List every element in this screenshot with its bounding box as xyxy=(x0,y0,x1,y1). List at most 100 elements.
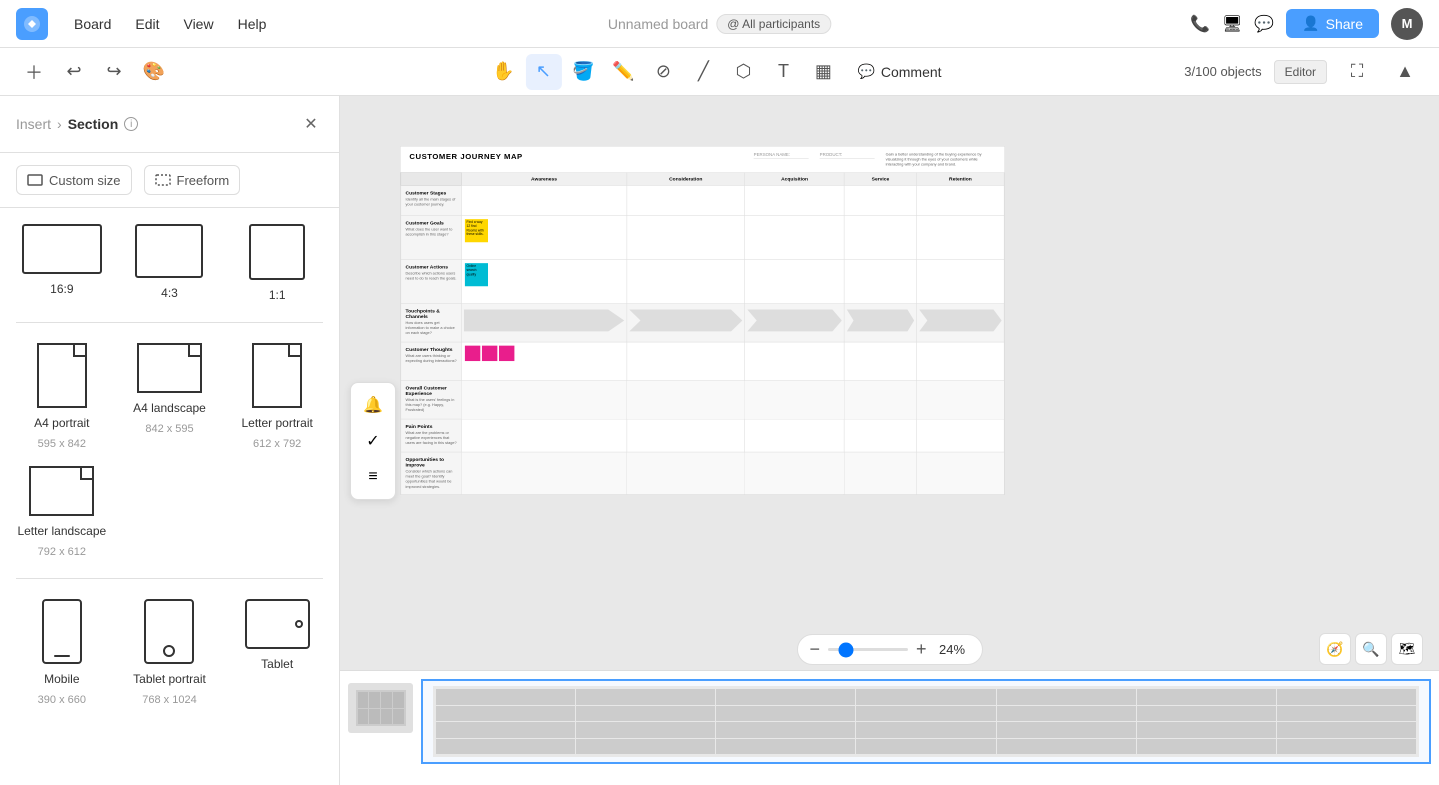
collapse-button[interactable]: ▲ xyxy=(1387,54,1423,90)
row-header-pain-points: Pain Points What are the problems or neg… xyxy=(401,419,462,452)
row-header-touchpoints: Touchpoints & Channels How does users ge… xyxy=(401,304,462,343)
row-header-opportunities: Opportunities to Improve Consider which … xyxy=(401,452,462,494)
eraser-tool[interactable]: ⊘ xyxy=(645,54,681,90)
customer-stages-row: Customer Stages Identify all the main st… xyxy=(401,185,1004,215)
menu-items: Board Edit View Help xyxy=(64,12,276,36)
shape-tablet-label: Tablet xyxy=(261,657,293,671)
zoom-slider[interactable] xyxy=(828,648,908,651)
fullscreen-button[interactable]: ⛶ xyxy=(1339,54,1375,90)
comment-icon: 💬 xyxy=(857,63,874,80)
menu-view[interactable]: View xyxy=(173,12,223,36)
panel-header: Insert › Section i ✕ xyxy=(0,96,339,153)
jm-persona-label: PERSONA NAME: xyxy=(754,152,809,159)
zoom-minus-button[interactable]: − xyxy=(809,639,820,660)
shape-16-9[interactable]: 16:9 xyxy=(16,224,108,302)
shape-tablet-portrait[interactable]: Tablet portrait 768 x 1024 xyxy=(124,599,216,706)
shapes-grid-devices: Mobile 390 x 660 Tablet portrait 768 x 1… xyxy=(0,583,339,722)
list-icon-button[interactable]: ≡ xyxy=(357,461,389,493)
actions-retention-cell xyxy=(917,260,1005,304)
shapes-tool[interactable]: ⬡ xyxy=(725,54,761,90)
check-icon-button[interactable]: ✓ xyxy=(357,425,389,457)
thoughts-awareness-cell xyxy=(461,342,626,381)
avatar[interactable]: M xyxy=(1391,8,1423,40)
experience-awareness-cell xyxy=(461,381,626,420)
customer-actions-row: Customer Actions Describe which actions … xyxy=(401,260,1004,304)
touchpoints-retention-cell xyxy=(917,304,1005,343)
cursor-tool[interactable]: ↖ xyxy=(525,54,561,90)
jm-table: Awareness Consideration Acquisition Serv… xyxy=(401,173,1005,495)
comment-button[interactable]: 💬 Comment xyxy=(845,57,953,86)
stages-service-cell xyxy=(844,185,916,215)
text-tool[interactable]: T xyxy=(765,54,801,90)
toolbar-center: ✋ ↖ 🪣 ✏️ ⊘ ╱ ⬡ T ▦ 💬 Comment xyxy=(485,54,953,90)
add-button[interactable]: ＋ xyxy=(16,54,52,90)
jm-title-container: CUSTOMER JOURNEY MAP xyxy=(409,152,522,161)
shapes-separator-1 xyxy=(16,322,323,323)
format-button[interactable]: 🎨 xyxy=(136,54,172,90)
jm-stages-header: Awareness Consideration Acquisition Serv… xyxy=(401,173,1004,186)
zoom-level-label: 24% xyxy=(935,642,970,657)
bottom-tools: 🧭 🔍 🗺 xyxy=(1319,633,1423,665)
shape-letter-portrait[interactable]: Letter portrait 612 x 792 xyxy=(231,343,323,450)
board-name: Unnamed board xyxy=(608,16,708,32)
fill-tool[interactable]: 🪣 xyxy=(565,54,601,90)
row-header-thoughts: Customer Thoughts What are users thinkin… xyxy=(401,342,462,381)
pen-tool[interactable]: ✏️ xyxy=(605,54,641,90)
pain-consideration-cell xyxy=(627,419,745,452)
jm-persona-field: PERSONA NAME: xyxy=(754,152,809,159)
share-icon: 👤 xyxy=(1302,15,1319,32)
goals-service-cell xyxy=(844,216,916,260)
app-logo xyxy=(16,8,48,40)
shape-a4-portrait-label: A4 portrait xyxy=(34,416,89,430)
jm-description: Gain a better understanding of the buyin… xyxy=(886,152,996,167)
zoom-plus-button[interactable]: + xyxy=(916,639,927,660)
breadcrumb: Insert › Section i xyxy=(16,116,138,132)
notification-icon-button[interactable]: 🔔 xyxy=(357,389,389,421)
minimap-thumbnail[interactable] xyxy=(348,683,413,733)
shape-1-1[interactable]: 1:1 xyxy=(231,224,323,302)
minimap-main[interactable] xyxy=(421,679,1431,764)
line-tool[interactable]: ╱ xyxy=(685,54,721,90)
phone-icon[interactable]: 📞 xyxy=(1190,14,1210,34)
board-title: Unnamed board @ All participants xyxy=(608,14,831,34)
map-button[interactable]: 🗺 xyxy=(1391,633,1423,665)
stages-awareness-cell xyxy=(461,185,626,215)
chat-icon[interactable]: 💬 xyxy=(1254,14,1274,34)
side-icons-panel: 🔔 ✓ ≡ xyxy=(350,382,396,500)
menu-help[interactable]: Help xyxy=(228,12,277,36)
sticky-tool[interactable]: ▦ xyxy=(805,54,841,90)
shape-a4-portrait[interactable]: A4 portrait 595 x 842 xyxy=(16,343,108,450)
shape-mobile[interactable]: Mobile 390 x 660 xyxy=(16,599,108,706)
opp-service-cell xyxy=(844,452,916,494)
participants-badge[interactable]: @ All participants xyxy=(716,14,831,34)
opp-consideration-cell xyxy=(627,452,745,494)
pain-acquisition-cell xyxy=(745,419,845,452)
share-button[interactable]: 👤 Share xyxy=(1286,9,1379,38)
freeform-button[interactable]: Freeform xyxy=(144,165,241,195)
compass-button[interactable]: 🧭 xyxy=(1319,633,1351,665)
shape-tablet[interactable]: Tablet xyxy=(231,599,323,706)
menu-board[interactable]: Board xyxy=(64,12,121,36)
shape-tablet-portrait-sub: 768 x 1024 xyxy=(142,694,196,706)
menu-edit[interactable]: Edit xyxy=(125,12,169,36)
zoom-in-button[interactable]: 🔍 xyxy=(1355,633,1387,665)
custom-size-button[interactable]: Custom size xyxy=(16,165,132,195)
stage-retention: Retention xyxy=(917,173,1005,186)
canvas-area[interactable]: 🔔 ✓ ≡ CUSTOMER JOURNEY MAP PERSONA NAME:… xyxy=(340,96,1439,785)
jm-header: CUSTOMER JOURNEY MAP PERSONA NAME: PRODU… xyxy=(401,147,1005,173)
breadcrumb-insert[interactable]: Insert xyxy=(16,116,51,132)
thoughts-service-cell xyxy=(844,342,916,381)
close-button[interactable]: ✕ xyxy=(299,112,323,136)
shape-a4-landscape[interactable]: A4 landscape 842 x 595 xyxy=(124,343,216,450)
journey-map: CUSTOMER JOURNEY MAP PERSONA NAME: PRODU… xyxy=(400,146,1005,495)
shape-4-3[interactable]: 4:3 xyxy=(124,224,216,302)
monitor-icon[interactable]: 🖥 xyxy=(1222,14,1242,34)
shape-1-1-label: 1:1 xyxy=(269,288,286,302)
hand-tool[interactable]: ✋ xyxy=(485,54,521,90)
experience-service-cell xyxy=(844,381,916,420)
breadcrumb-arrow: › xyxy=(57,116,62,132)
redo-button[interactable]: ↪ xyxy=(96,54,132,90)
shape-letter-landscape[interactable]: Letter landscape 792 x 612 xyxy=(16,466,108,558)
undo-button[interactable]: ↩ xyxy=(56,54,92,90)
shape-letter-landscape-label: Letter landscape xyxy=(17,524,106,538)
